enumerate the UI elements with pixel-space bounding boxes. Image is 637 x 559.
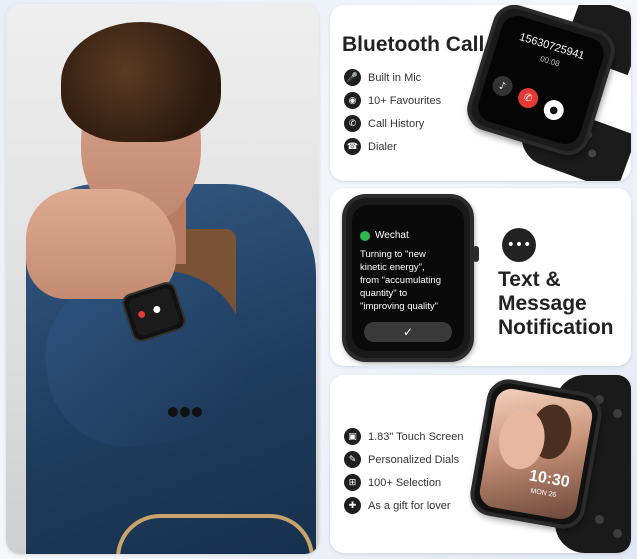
feature-label: Dialer <box>368 140 397 153</box>
hair <box>61 22 221 142</box>
message-line: quantity" to <box>360 288 408 299</box>
sleeve-buttons <box>168 404 218 424</box>
feature-built-in-mic: 🎤 Built in Mic <box>344 69 421 86</box>
feature-favourites: ◉ 10+ Favourites <box>344 92 441 109</box>
grid-icon: ⊞ <box>344 474 361 491</box>
feature-label: Call History <box>368 117 425 130</box>
bluetooth-call-title: Bluetooth Call <box>342 33 485 56</box>
feature-dialer: ☎ Dialer <box>344 138 397 155</box>
screen-size-icon: ▣ <box>344 428 361 445</box>
title-line: Text & <box>498 268 561 291</box>
message-line: Turning to "new <box>360 249 426 260</box>
gift-icon: ✚ <box>344 497 361 514</box>
title-line: Notification <box>498 316 614 339</box>
feature-touch-screen: ▣ 1.83" Touch Screen <box>344 428 463 445</box>
text-message-title: Text & Message Notification <box>498 268 614 340</box>
message-text: Turning to "new kinetic energy", from "a… <box>360 248 462 313</box>
feature-label: As a gift for lover <box>368 499 451 512</box>
message-line: kinetic energy", <box>360 262 425 273</box>
mute-speaker-icon[interactable]: ♪ <box>490 73 516 99</box>
feature-label: 10+ Favourites <box>368 94 442 107</box>
confirm-button[interactable]: ✓ <box>364 322 452 342</box>
feature-personalized-dials: ✎ Personalized Dials <box>344 451 459 468</box>
app-name: Wechat <box>375 230 409 241</box>
message-notification-panel: Wechat Turning to "new kinetic energy", … <box>330 188 631 366</box>
edit-icon: ✎ <box>344 451 361 468</box>
chat-bubble-icon: ••• <box>502 228 536 262</box>
touch-screen-panel: ▣ 1.83" Touch Screen ✎ Personalized Dial… <box>330 375 631 553</box>
message-line: "improving quality" <box>360 301 439 312</box>
message-watch: Wechat Turning to "new kinetic energy", … <box>342 194 479 362</box>
call-watch-screen: 15630725941 00:08 ♪ ✆ ● <box>474 11 608 149</box>
dialer-icon: ☎ <box>344 138 361 155</box>
phone-icon: ✆ <box>344 115 361 132</box>
feature-label: Personalized Dials <box>368 453 460 466</box>
wechat-icon <box>360 230 370 241</box>
camera-icon: ◉ <box>344 92 361 109</box>
call-timer: 00:08 <box>538 54 561 69</box>
clasped-hands <box>26 189 176 299</box>
wechat-header: Wechat <box>360 230 409 241</box>
photo-dial-watch: 10:30 MON 26 <box>466 375 606 533</box>
title-line: Message <box>498 292 587 315</box>
feature-label: 1.83" Touch Screen <box>368 430 464 443</box>
microphone-icon: 🎤 <box>344 69 361 86</box>
feature-selection: ⊞ 100+ Selection <box>344 474 441 491</box>
feature-label: 100+ Selection <box>368 476 442 489</box>
feature-gift: ✚ As a gift for lover <box>344 497 451 514</box>
photo-dial-screen: 10:30 MON 26 <box>477 386 595 522</box>
mic-icon[interactable]: ● <box>541 97 567 123</box>
feature-call-history: ✆ Call History <box>344 115 424 132</box>
message-line: from "accumulating <box>360 275 441 286</box>
feature-label: Built in Mic <box>368 71 422 84</box>
decline-call-icon[interactable]: ✆ <box>515 85 541 111</box>
bluetooth-call-panel: Bluetooth Call 🎤 Built in Mic ◉ 10+ Favo… <box>330 5 631 181</box>
watch-crown <box>473 246 479 262</box>
chair <box>116 514 314 554</box>
model-photo <box>6 4 319 554</box>
